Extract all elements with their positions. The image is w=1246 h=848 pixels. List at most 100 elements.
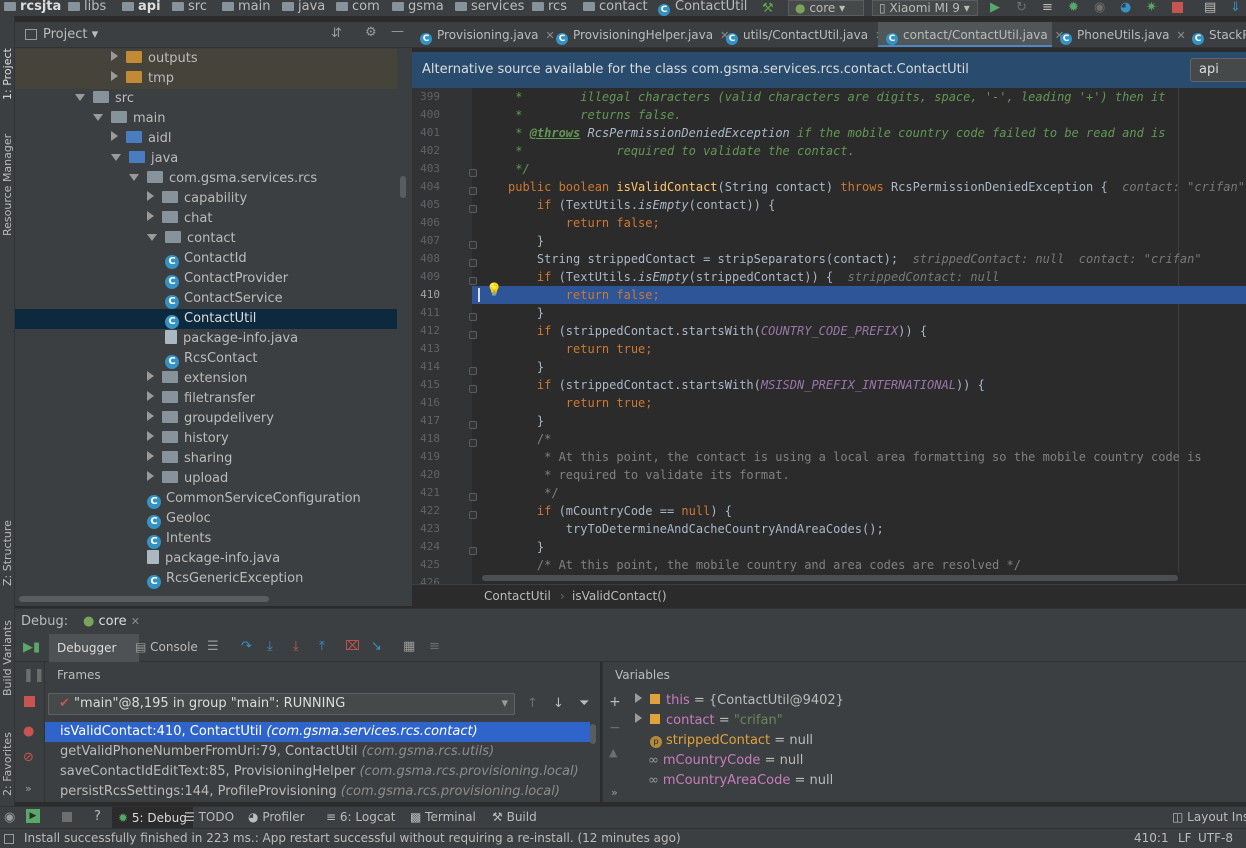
- tree-item[interactable]: package-info.java: [147, 549, 280, 569]
- tool-tab-structure[interactable]: Z: Structure: [1, 506, 14, 586]
- tree-item[interactable]: chat: [147, 209, 212, 229]
- tree-item[interactable]: C Intents: [147, 529, 211, 549]
- vertical-scrollbar[interactable]: [400, 176, 406, 198]
- attach-process-icon[interactable]: ✷: [1146, 0, 1157, 15]
- nav-crumb-src[interactable]: src: [172, 0, 207, 16]
- filter-icon[interactable]: ⏷: [579, 696, 589, 711]
- frame-row[interactable]: isValidContact:410, ContactUtil (com.gsm…: [45, 722, 590, 742]
- fold-marker-icon[interactable]: [469, 169, 477, 177]
- nav-crumb-project[interactable]: rcsjta: [4, 0, 61, 16]
- stop-icon[interactable]: [24, 696, 35, 707]
- nav-crumb-gsma[interactable]: gsma: [392, 0, 444, 16]
- nav-crumb-services[interactable]: services: [455, 0, 524, 16]
- chevron-right-icon[interactable]: [147, 371, 154, 381]
- pause-icon[interactable]: ❚❚: [23, 668, 45, 683]
- tree-item[interactable]: C RcsGenericException: [147, 569, 303, 589]
- tree-item[interactable]: package-info.java: [165, 329, 298, 349]
- fold-marker-icon[interactable]: [469, 241, 477, 249]
- run-anything-icon[interactable]: ▶: [26, 809, 40, 823]
- move-up-icon[interactable]: ▲: [609, 746, 617, 759]
- camera-icon[interactable]: ◉: [4, 810, 15, 825]
- stop-icon[interactable]: [1172, 2, 1183, 13]
- chevron-right-icon[interactable]: [147, 391, 154, 401]
- tree-item[interactable]: C ContactService: [165, 289, 283, 309]
- tab-provisioning-helper[interactable]: C ProvisioningHelper.java ✕: [548, 22, 729, 47]
- tree-item[interactable]: extension: [147, 369, 247, 389]
- tab-contact-contactutil[interactable]: Ccontact/ContactUtil.java ✕: [878, 22, 1064, 47]
- tab-stackp[interactable]: C StackP: [1184, 22, 1246, 47]
- chevron-down-icon[interactable]: [75, 94, 85, 101]
- thread-select[interactable]: ✔ "main"@8,195 in group "main": RUNNING ▾: [48, 693, 515, 715]
- nav-crumb-main[interactable]: main: [222, 0, 270, 16]
- variable-row[interactable]: contact = "crifan": [635, 711, 783, 731]
- device-select[interactable]: ▯ Xiaomi MI 9 ▾: [872, 0, 978, 16]
- fold-marker-icon[interactable]: [469, 493, 477, 501]
- drop-frame-icon[interactable]: ⌧: [345, 639, 360, 654]
- tree-item[interactable]: filetransfer: [147, 389, 255, 409]
- variable-row[interactable]: ∞ mCountryCode = null: [648, 751, 803, 771]
- tree-item[interactable]: src: [75, 89, 134, 109]
- nav-crumb-libs[interactable]: libs: [68, 0, 106, 16]
- remove-watch-icon[interactable]: −: [609, 720, 621, 736]
- mute-breakpoints-icon[interactable]: ⊘: [23, 750, 34, 765]
- tab-console[interactable]: ▤ Console: [135, 640, 198, 654]
- nav-crumb-rcs[interactable]: rcs: [532, 0, 567, 16]
- tree-item[interactable]: contact: [147, 229, 236, 249]
- fold-marker-icon[interactable]: [469, 313, 477, 321]
- tree-item[interactable]: tmp: [111, 69, 174, 89]
- apply-changes-icon[interactable]: ≡: [1042, 0, 1053, 15]
- tab-provisioning[interactable]: C Provisioning.java ✕: [412, 22, 555, 47]
- frame-row[interactable]: persistRcsSettings:144, ProfileProvision…: [45, 782, 590, 802]
- project-structure-icon[interactable]: ▤: [1204, 0, 1216, 15]
- add-watch-icon[interactable]: +: [609, 694, 621, 710]
- expand-arrow-icon[interactable]: [635, 713, 642, 723]
- attach-debugger-icon[interactable]: ◉: [1094, 0, 1105, 15]
- line-separator[interactable]: LF: [1178, 831, 1192, 845]
- step-over-icon[interactable]: ↷: [241, 639, 252, 654]
- stop-square-icon[interactable]: [62, 812, 72, 822]
- layout-icon[interactable]: ☰: [207, 639, 219, 654]
- tab-phoneutils[interactable]: C PhoneUtils.java ✕: [1052, 22, 1186, 47]
- tool-tab-resource-manager[interactable]: Resource Manager: [1, 116, 14, 236]
- fold-marker-icon[interactable]: [469, 205, 477, 213]
- tool-tab-build-variants[interactable]: Build Variants: [1, 606, 14, 696]
- fold-marker-icon[interactable]: [469, 511, 477, 519]
- run-config-select[interactable]: ● core ▾: [788, 0, 864, 16]
- tree-item[interactable]: C CommonServiceConfiguration: [147, 489, 361, 509]
- trace-icon[interactable]: ≡: [429, 639, 440, 654]
- tree-item[interactable]: com.gsma.services.rcs: [129, 169, 317, 189]
- expand-arrow-icon[interactable]: [635, 693, 642, 703]
- cursor-position[interactable]: 410:1: [1134, 831, 1169, 845]
- variable-row[interactable]: p strippedContact = null: [650, 731, 813, 751]
- tree-item[interactable]: groupdelivery: [147, 409, 274, 429]
- next-frame-icon[interactable]: ↓: [553, 696, 564, 711]
- collapse-all-icon[interactable]: ⇵: [331, 26, 342, 41]
- nav-crumb-com[interactable]: com: [336, 0, 380, 16]
- tab-debug[interactable]: ✹ 5: Debug: [112, 807, 193, 829]
- chevron-down-icon[interactable]: [129, 174, 139, 181]
- help-icon[interactable]: ?: [94, 809, 101, 824]
- tab-build[interactable]: ⚒ Build: [492, 810, 537, 824]
- hide-panel-icon[interactable]: —: [391, 24, 404, 39]
- tree-item[interactable]: sharing: [147, 449, 232, 469]
- chevron-right-icon[interactable]: [111, 131, 118, 141]
- fold-marker-icon[interactable]: [469, 547, 477, 555]
- step-into-icon[interactable]: ⤓: [267, 639, 273, 654]
- editor-horizontal-scrollbar[interactable]: [482, 575, 1178, 581]
- step-out-icon[interactable]: ⤒: [319, 639, 325, 654]
- tool-tab-favorites[interactable]: 2: Favorites: [1, 716, 14, 796]
- variable-row[interactable]: this = {ContactUtil@9402}: [635, 691, 844, 711]
- gear-icon[interactable]: ⚙: [365, 25, 377, 40]
- lightbulb-icon[interactable]: 💡: [486, 283, 502, 298]
- tree-item[interactable]: aidl: [111, 129, 171, 149]
- tree-item[interactable]: C RcsContact: [165, 349, 258, 369]
- status-message[interactable]: Install successfully finished in 223 ms.…: [24, 831, 681, 845]
- view-breakpoints-icon[interactable]: ●: [23, 724, 34, 739]
- hammer-icon[interactable]: ⚒: [762, 1, 774, 16]
- chevron-right-icon[interactable]: [111, 71, 118, 81]
- tree-item[interactable]: history: [147, 429, 229, 449]
- rerun-icon[interactable]: ↻: [1016, 0, 1027, 15]
- run-to-cursor-icon[interactable]: ↘: [371, 639, 382, 654]
- resume-icon[interactable]: ▶▮: [23, 640, 40, 655]
- nav-crumb-api[interactable]: api: [122, 0, 161, 16]
